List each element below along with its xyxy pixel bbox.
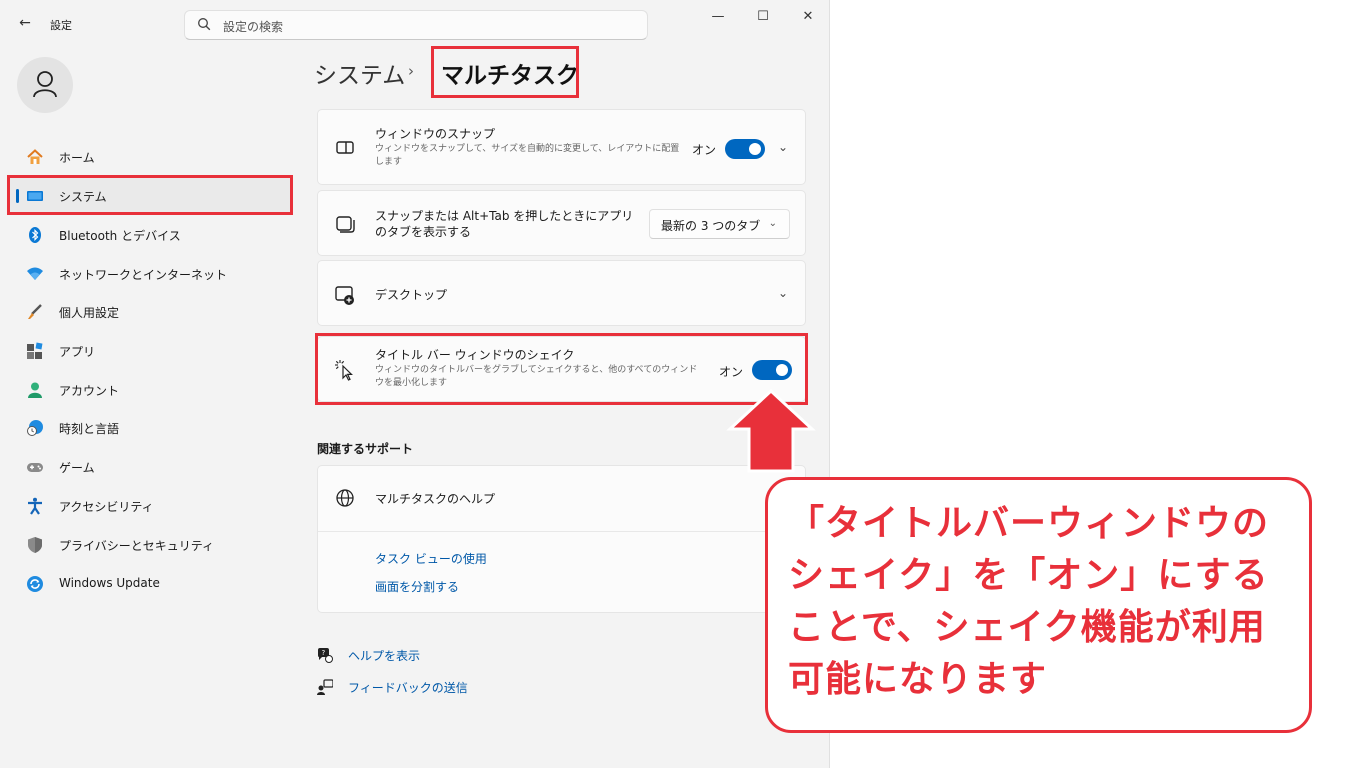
- sidebar-item-accessibility[interactable]: アクセシビリティ: [8, 487, 292, 523]
- annotation-callout: 「タイトルバーウィンドウのシェイク」を「オン」にすることで、シェイク機能が利用可…: [765, 477, 1312, 733]
- annotation-arrow: [726, 389, 816, 473]
- breadcrumb-separator: ›: [408, 62, 414, 80]
- alt-tab-selected: 最新の 3 つのタブ: [661, 219, 761, 233]
- settings-window: ← 設定 設定の検索 — ☐ ✕ ホーム システム Bluetooth とデバイ…: [0, 0, 830, 768]
- sidebar-item-home[interactable]: ホーム: [8, 138, 292, 174]
- chevron-down-icon[interactable]: ⌄: [778, 140, 788, 154]
- annotation-text: 「タイトルバーウィンドウのシェイク」を「オン」にすることで、シェイク機能が利用可…: [788, 503, 1270, 700]
- sidebar-item-personalization[interactable]: 個人用設定: [8, 293, 292, 329]
- close-button[interactable]: ✕: [796, 6, 820, 28]
- time-language-icon: [27, 420, 43, 436]
- wifi-icon: [27, 267, 43, 280]
- setting-desktops[interactable]: デスクトップ ⌄: [317, 260, 806, 326]
- app-title: 設定: [50, 19, 72, 32]
- highlight-box-system: [7, 175, 293, 215]
- tabs-icon: [336, 216, 355, 233]
- alt-tab-dropdown[interactable]: 最新の 3 つのタブ ⌄: [649, 209, 790, 239]
- svg-text:?: ?: [322, 649, 326, 657]
- breadcrumb-parent[interactable]: システム: [314, 56, 405, 90]
- gamepad-icon: [27, 463, 43, 472]
- search-icon: [198, 18, 211, 31]
- search-input[interactable]: 設定の検索: [184, 10, 648, 40]
- avatar[interactable]: [17, 57, 73, 113]
- sidebar-item-accounts[interactable]: アカウント: [8, 371, 292, 407]
- user-icon: [33, 71, 57, 98]
- apps-icon: [27, 342, 43, 359]
- globe-icon: [336, 489, 354, 507]
- sidebar-item-privacy[interactable]: プライバシーとセキュリティ: [8, 526, 292, 562]
- desktop-add-icon: [335, 286, 354, 305]
- search-placeholder: 設定の検索: [223, 20, 284, 34]
- brush-icon: [28, 304, 42, 319]
- link-split-screen[interactable]: 画面を分割する: [375, 578, 459, 595]
- account-icon: [28, 382, 42, 398]
- feedback-link[interactable]: フィードバックの送信: [317, 677, 517, 697]
- sidebar-item-network[interactable]: ネットワークとインターネット: [8, 255, 292, 291]
- back-arrow-icon[interactable]: ←: [16, 14, 34, 32]
- bluetooth-icon: [29, 227, 41, 243]
- setting-snap-windows[interactable]: ウィンドウのスナップ ウィンドウをスナップして、サイズを自動的に変更して、レイア…: [317, 109, 806, 185]
- related-support-heading: 関連するサポート: [317, 442, 414, 456]
- divider: [318, 531, 805, 532]
- snap-toggle[interactable]: [725, 139, 765, 159]
- sidebar-item-time-language[interactable]: 時刻と言語: [8, 409, 292, 445]
- sidebar-item-apps[interactable]: アプリ: [8, 332, 292, 368]
- snap-title: ウィンドウのスナップ: [375, 127, 496, 141]
- setting-alt-tab: スナップまたは Alt+Tab を押したときにアプリのタブを表示する 最新の 3…: [317, 190, 806, 256]
- shield-icon: [28, 537, 42, 553]
- accessibility-icon: [28, 497, 42, 515]
- minimize-button[interactable]: —: [706, 6, 730, 28]
- sidebar-item-gaming[interactable]: ゲーム: [8, 448, 292, 484]
- dropdown-chevron-icon: ⌄: [768, 218, 777, 229]
- sidebar-item-bluetooth[interactable]: Bluetooth とデバイス: [8, 216, 292, 252]
- home-icon: [27, 149, 43, 164]
- get-help-link[interactable]: ? ヘルプを表示: [317, 645, 517, 665]
- feedback-icon: [317, 679, 333, 695]
- update-icon: [27, 576, 43, 592]
- desktops-title: デスクトップ: [375, 288, 448, 302]
- highlight-box-title: [431, 46, 579, 98]
- alt-tab-title: スナップまたは Alt+Tab を押したときにアプリのタブを表示する: [375, 209, 634, 239]
- sidebar-item-windows-update[interactable]: Windows Update: [8, 565, 292, 601]
- snap-description: ウィンドウをスナップして、サイズを自動的に変更して、レイアウトに配置します: [375, 144, 680, 167]
- maximize-button[interactable]: ☐: [751, 6, 775, 28]
- help-icon: ?: [318, 648, 333, 663]
- link-task-view[interactable]: タスク ビューの使用: [375, 550, 487, 567]
- snap-state-label: オン: [692, 143, 717, 157]
- help-card: マルチタスクのヘルプ タスク ビューの使用 画面を分割する: [317, 465, 806, 613]
- snap-layout-icon: [336, 141, 354, 154]
- help-card-title[interactable]: マルチタスクのヘルプ: [375, 490, 495, 507]
- chevron-down-icon[interactable]: ⌄: [778, 286, 788, 300]
